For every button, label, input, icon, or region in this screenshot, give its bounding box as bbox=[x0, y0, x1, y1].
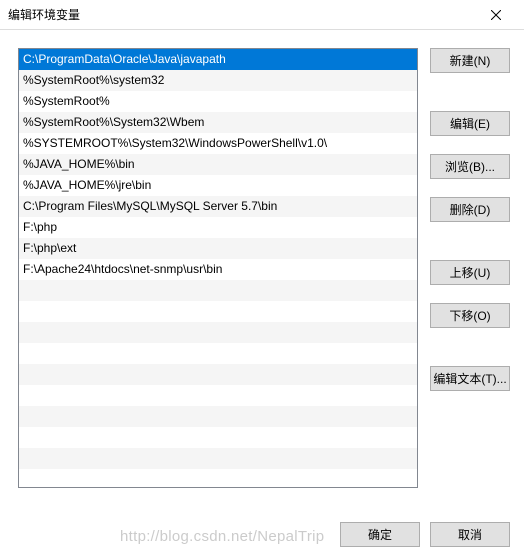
side-button-panel: 新建(N) 编辑(E) 浏览(B)... 删除(D) 上移(U) 下移(O) 编… bbox=[430, 48, 510, 488]
list-item[interactable]: C:\Program Files\MySQL\MySQL Server 5.7\… bbox=[19, 196, 417, 217]
list-item[interactable]: F:\php\ext bbox=[19, 238, 417, 259]
list-item[interactable]: %JAVA_HOME%\bin bbox=[19, 154, 417, 175]
path-list[interactable]: C:\ProgramData\Oracle\Java\javapath%Syst… bbox=[18, 48, 418, 488]
list-item[interactable] bbox=[19, 427, 417, 448]
list-item[interactable] bbox=[19, 301, 417, 322]
footer-buttons: 确定 取消 bbox=[340, 522, 510, 547]
delete-button[interactable]: 删除(D) bbox=[430, 197, 510, 222]
list-item[interactable] bbox=[19, 448, 417, 469]
list-item[interactable] bbox=[19, 343, 417, 364]
list-item[interactable]: %JAVA_HOME%\jre\bin bbox=[19, 175, 417, 196]
edit-text-button[interactable]: 编辑文本(T)... bbox=[430, 366, 510, 391]
content-area: C:\ProgramData\Oracle\Java\javapath%Syst… bbox=[0, 30, 524, 488]
ok-button[interactable]: 确定 bbox=[340, 522, 420, 547]
close-icon bbox=[491, 10, 501, 20]
list-item[interactable]: F:\php bbox=[19, 217, 417, 238]
list-item[interactable]: C:\ProgramData\Oracle\Java\javapath bbox=[19, 49, 417, 70]
close-button[interactable] bbox=[476, 1, 516, 29]
titlebar: 编辑环境变量 bbox=[0, 0, 524, 30]
list-item[interactable]: %SYSTEMROOT%\System32\WindowsPowerShell\… bbox=[19, 133, 417, 154]
list-item[interactable]: %SystemRoot%\System32\Wbem bbox=[19, 112, 417, 133]
list-item[interactable]: %SystemRoot% bbox=[19, 91, 417, 112]
list-item[interactable] bbox=[19, 406, 417, 427]
watermark-text: http://blog.csdn.net/NepalTrip bbox=[120, 528, 324, 545]
new-button[interactable]: 新建(N) bbox=[430, 48, 510, 73]
list-item[interactable]: %SystemRoot%\system32 bbox=[19, 70, 417, 91]
list-item[interactable] bbox=[19, 322, 417, 343]
browse-button[interactable]: 浏览(B)... bbox=[430, 154, 510, 179]
move-up-button[interactable]: 上移(U) bbox=[430, 260, 510, 285]
window-title: 编辑环境变量 bbox=[8, 6, 476, 23]
move-down-button[interactable]: 下移(O) bbox=[430, 303, 510, 328]
list-item[interactable]: F:\Apache24\htdocs\net-snmp\usr\bin bbox=[19, 259, 417, 280]
cancel-button[interactable]: 取消 bbox=[430, 522, 510, 547]
list-item[interactable] bbox=[19, 469, 417, 488]
list-item[interactable] bbox=[19, 280, 417, 301]
list-item[interactable] bbox=[19, 364, 417, 385]
list-item[interactable] bbox=[19, 385, 417, 406]
edit-button[interactable]: 编辑(E) bbox=[430, 111, 510, 136]
